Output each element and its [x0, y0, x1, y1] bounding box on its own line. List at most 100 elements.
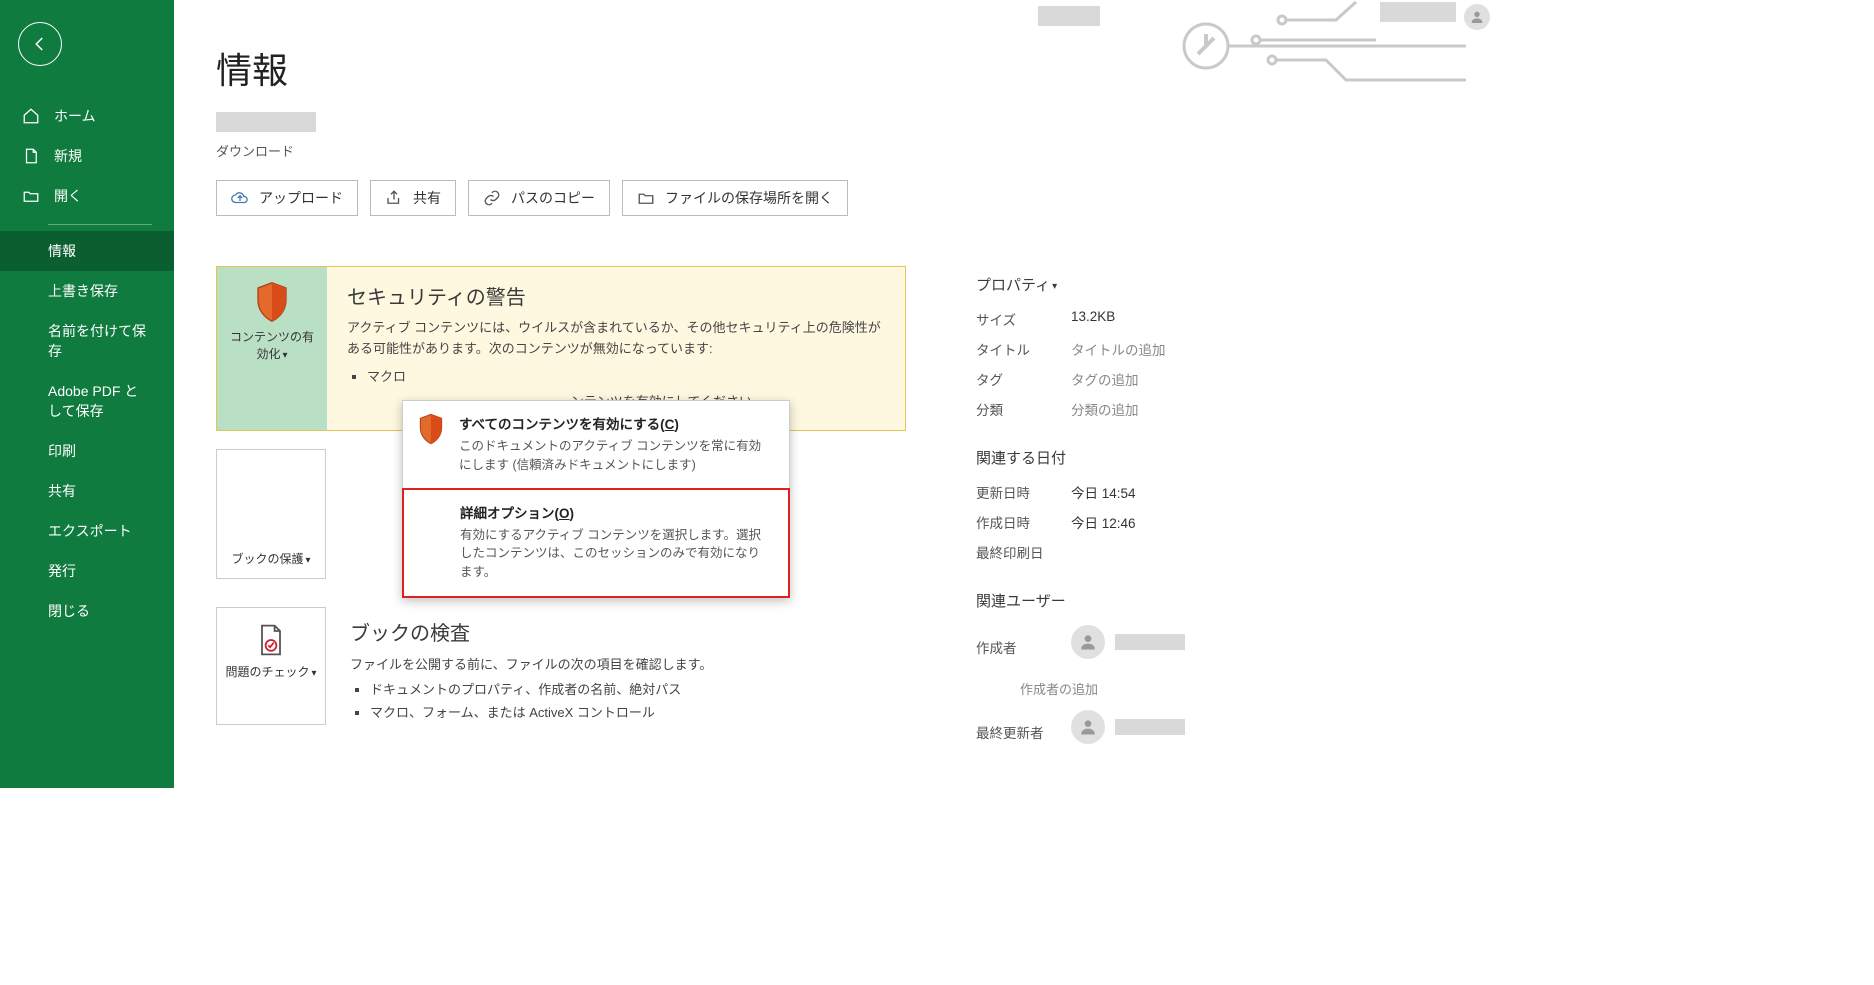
chevron-down-icon: ▾ [305, 555, 310, 566]
inspect-workbook-block: 問題のチェック▾ ブックの検査 ファイルを公開する前に、ファイルの次の項目を確認… [216, 607, 906, 725]
prop-key-last-printed: 最終印刷日 [976, 542, 1071, 562]
sidebar-item-label: エクスポート [48, 521, 132, 541]
enable-content-tile[interactable]: コンテンツの有効化▾ [217, 267, 327, 430]
sidebar-item-close[interactable]: 閉じる [0, 591, 174, 631]
chevron-down-icon: ▾ [1052, 281, 1057, 292]
prop-key-last-modified-by: 最終更新者 [976, 722, 1071, 742]
sidebar-item-home[interactable]: ホーム [0, 96, 174, 136]
protect-workbook-tile[interactable]: ブックの保護▾ [216, 449, 326, 579]
button-label: 共有 [413, 188, 441, 208]
blank-icon [416, 502, 448, 582]
button-label: パスのコピー [511, 188, 595, 208]
chevron-down-icon: ▾ [282, 350, 287, 361]
sidebar-item-label: 新規 [54, 146, 82, 166]
enable-all-content-option[interactable]: すべてのコンテンツを有効にする(C) このドキュメントのアクティブ コンテンツを… [403, 401, 789, 489]
page-title: 情報 [216, 42, 1448, 94]
list-item: マクロ、フォーム、または ActiveX コントロール [370, 702, 906, 721]
list-item: マクロ [367, 366, 885, 385]
folder-open-icon [22, 187, 40, 205]
add-author-link[interactable]: 作成者の追加 [1020, 679, 1276, 698]
warning-list: マクロ [367, 366, 885, 385]
prop-key-tag: タグ [976, 369, 1071, 389]
redacted-file-name [216, 112, 316, 132]
properties-header[interactable]: プロパティ▾ [976, 274, 1276, 295]
sidebar-item-label: 印刷 [48, 441, 76, 461]
button-label: アップロード [259, 188, 343, 208]
list-item: ドキュメントのプロパティ、作成者の名前、絶対パス [370, 679, 906, 698]
sidebar-item-info[interactable]: 情報 [0, 231, 174, 271]
block-title: ブックの検査 [350, 617, 906, 646]
sidebar-item-label: 発行 [48, 561, 76, 581]
sidebar-separator [48, 224, 152, 225]
prop-value-size: 13.2KB [1071, 309, 1115, 329]
prop-key-title: タイトル [976, 339, 1071, 359]
open-file-location-button[interactable]: ファイルの保存場所を開く [622, 180, 848, 216]
check-issues-tile[interactable]: 問題のチェック▾ [216, 607, 326, 725]
sidebar-item-label: 共有 [48, 481, 76, 501]
prop-value-category[interactable]: 分類の追加 [1071, 399, 1139, 419]
redacted-account-text [1380, 2, 1456, 22]
prop-value-created: 今日 12:46 [1071, 512, 1136, 532]
home-icon [22, 107, 40, 125]
prop-value-tag[interactable]: タグの追加 [1071, 369, 1139, 389]
prop-key-size: サイズ [976, 309, 1071, 329]
avatar-icon [1071, 710, 1105, 744]
prop-key-created: 作成日時 [976, 512, 1071, 532]
prop-value-modified: 今日 14:54 [1071, 482, 1136, 502]
sidebar-item-label: ホーム [54, 106, 96, 126]
redacted-modifier-name [1115, 719, 1185, 735]
sidebar-item-adobe-pdf[interactable]: Adobe PDF として保存 [0, 371, 174, 431]
dropdown-option-title: 詳細オプション(O) [460, 502, 772, 522]
sidebar-item-print[interactable]: 印刷 [0, 431, 174, 471]
sidebar-item-label: Adobe PDF として保存 [48, 381, 152, 421]
sidebar-item-label: 開く [54, 186, 82, 206]
shield-icon [254, 281, 290, 323]
account-avatar-icon[interactable] [1464, 4, 1490, 30]
sidebar-item-publish[interactable]: 発行 [0, 551, 174, 591]
block-desc: ファイルを公開する前に、ファイルの次の項目を確認します。 [350, 654, 906, 673]
sidebar-item-label: 情報 [48, 241, 76, 261]
prop-key-modified: 更新日時 [976, 482, 1071, 502]
inspect-list: ドキュメントのプロパティ、作成者の名前、絶対パス マクロ、フォーム、または Ac… [370, 679, 906, 721]
cloud-upload-icon [231, 189, 249, 207]
sidebar-item-open[interactable]: 開く [0, 176, 174, 216]
related-users-header: 関連ユーザー [976, 590, 1276, 611]
copy-path-button[interactable]: パスのコピー [468, 180, 610, 216]
folder-icon [637, 189, 655, 207]
upload-button[interactable]: アップロード [216, 180, 358, 216]
sidebar-item-export[interactable]: エクスポート [0, 511, 174, 551]
sidebar-item-share[interactable]: 共有 [0, 471, 174, 511]
tile-label: コンテンツの有効化▾ [225, 329, 319, 363]
new-file-icon [22, 147, 40, 165]
sidebar-item-label: 名前を付けて保存 [48, 321, 152, 361]
dropdown-option-title: すべてのコンテンツを有効にする(C) [459, 413, 773, 433]
dropdown-option-desc: 有効にするアクティブ コンテンツを選択します。選択したコンテンツは、このセッショ… [460, 526, 772, 582]
share-button[interactable]: 共有 [370, 180, 456, 216]
enable-content-dropdown: すべてのコンテンツを有効にする(C) このドキュメントのアクティブ コンテンツを… [402, 400, 790, 598]
tile-label: ブックの保護▾ [231, 551, 310, 568]
link-icon [483, 189, 501, 207]
shield-icon [415, 413, 447, 475]
advanced-options-option[interactable]: 詳細オプション(O) 有効にするアクティブ コンテンツを選択します。選択したコン… [402, 488, 790, 598]
share-icon [385, 189, 403, 207]
button-label: ファイルの保存場所を開く [665, 188, 833, 208]
prop-key-category: 分類 [976, 399, 1071, 419]
avatar-icon [1071, 625, 1105, 659]
prop-value-title[interactable]: タイトルの追加 [1071, 339, 1166, 359]
warning-description: アクティブ コンテンツには、ウイルスが含まれているか、その他セキュリティ上の危険… [347, 318, 885, 360]
warning-title: セキュリティの警告 [347, 281, 885, 310]
related-dates-header: 関連する日付 [976, 447, 1276, 468]
chevron-down-icon: ▾ [311, 668, 316, 679]
sidebar-item-save[interactable]: 上書き保存 [0, 271, 174, 311]
sidebar-item-label: 閉じる [48, 601, 90, 621]
tile-label: 問題のチェック▾ [225, 664, 316, 681]
sidebar-item-label: 上書き保存 [48, 281, 118, 301]
back-button[interactable] [18, 22, 62, 66]
sidebar-item-new[interactable]: 新規 [0, 136, 174, 176]
sidebar-item-save-as[interactable]: 名前を付けて保存 [0, 311, 174, 371]
redacted-author-name [1115, 634, 1185, 650]
redacted-title-text [1038, 6, 1100, 26]
prop-key-author: 作成者 [976, 637, 1071, 657]
dropdown-option-desc: このドキュメントのアクティブ コンテンツを常に有効にします (信頼済みドキュメン… [459, 437, 773, 475]
file-location: ダウンロード [216, 141, 1448, 160]
